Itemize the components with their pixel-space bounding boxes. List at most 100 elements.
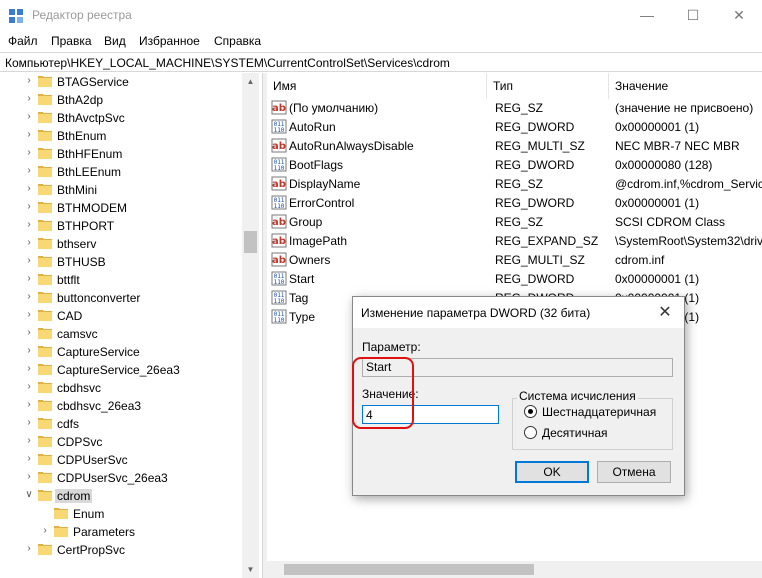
tree-item[interactable]: › BTHPORT <box>0 217 240 235</box>
tree-item[interactable]: › BTHMODEM <box>0 199 240 217</box>
ok-button[interactable]: OK <box>515 461 589 483</box>
tree-item[interactable]: ∨ cdrom <box>0 487 240 505</box>
value-row[interactable]: ab Group REG_SZ SCSI CDROM Class <box>267 212 762 231</box>
chevron-right-icon[interactable]: › <box>24 542 34 556</box>
tree-item[interactable]: › cbdhsvc_26ea3 <box>0 397 240 415</box>
svg-text:ab: ab <box>272 236 286 247</box>
chevron-right-icon[interactable]: › <box>24 470 34 484</box>
resize-grip[interactable] <box>745 561 762 578</box>
value-row[interactable]: ab (По умолчанию) REG_SZ (значение не присв… <box>267 98 762 117</box>
radio-hex[interactable] <box>524 405 537 418</box>
cancel-button[interactable]: Отмена <box>597 461 671 483</box>
value-row[interactable]: 011 110 AutoRun REG_DWORD 0x00000001 (1) <box>267 117 762 136</box>
svg-text:ab: ab <box>272 255 286 266</box>
value-data: 0x00000001 (1) <box>615 120 700 134</box>
menu-file[interactable]: Файл <box>8 34 38 48</box>
tree-item[interactable]: › CAD <box>0 307 240 325</box>
tree-item[interactable]: › CDPSvc <box>0 433 240 451</box>
tree-item[interactable]: Enum <box>0 505 240 523</box>
chevron-right-icon[interactable]: › <box>24 398 34 412</box>
tree-item[interactable]: › bttflt <box>0 271 240 289</box>
chevron-right-icon[interactable]: › <box>40 524 50 538</box>
tree-item[interactable]: › camsvc <box>0 325 240 343</box>
chevron-right-icon[interactable]: › <box>24 182 34 196</box>
menu-edit[interactable]: Правка <box>51 34 92 48</box>
menu-help[interactable]: Справка <box>214 34 261 48</box>
value-row[interactable]: 011 110 Start REG_DWORD 0x00000001 (1) <box>267 269 762 288</box>
tree-item[interactable]: › CDPUserSvc <box>0 451 240 469</box>
chevron-right-icon[interactable]: › <box>24 326 34 340</box>
chevron-right-icon[interactable]: › <box>24 380 34 394</box>
svg-text:110: 110 <box>274 317 285 324</box>
chevron-down-icon[interactable]: ∨ <box>24 488 34 502</box>
tree-item[interactable]: › cdfs <box>0 415 240 433</box>
value-type: REG_EXPAND_SZ <box>495 234 599 248</box>
column-type[interactable]: Тип <box>487 73 609 99</box>
column-name[interactable]: Имя <box>267 73 487 99</box>
chevron-right-icon[interactable]: › <box>24 434 34 448</box>
tree-item[interactable]: › buttonconverter <box>0 289 240 307</box>
menu-favorites[interactable]: Избранное <box>139 34 200 48</box>
radio-dec[interactable] <box>524 426 537 439</box>
chevron-right-icon[interactable]: › <box>24 92 34 106</box>
dialog-close-button[interactable]: ✕ <box>654 302 676 324</box>
value-row[interactable]: 011 110 ErrorControl REG_DWORD 0x00000001 (1… <box>267 193 762 212</box>
chevron-right-icon[interactable]: › <box>24 218 34 232</box>
address-bar[interactable]: Компьютер\HKEY_LOCAL_MACHINE\SYSTEM\Curr… <box>0 52 762 72</box>
tree-item[interactable]: › cbdhsvc <box>0 379 240 397</box>
tree-item[interactable]: › CaptureService_26ea3 <box>0 361 240 379</box>
column-data[interactable]: Значение <box>609 73 762 99</box>
chevron-right-icon[interactable]: › <box>24 290 34 304</box>
chevron-right-icon[interactable]: › <box>24 452 34 466</box>
tree-item[interactable]: › BTHUSB <box>0 253 240 271</box>
chevron-right-icon[interactable]: › <box>24 308 34 322</box>
folder-icon <box>54 526 68 537</box>
chevron-right-icon[interactable]: › <box>24 272 34 286</box>
tree-item[interactable]: › CertPropSvc <box>0 541 240 559</box>
tree-item[interactable]: › BthAvctpSvc <box>0 109 240 127</box>
list-scroll-thumb[interactable] <box>284 564 534 575</box>
tree-item[interactable]: › CaptureService <box>0 343 240 361</box>
tree-item[interactable]: › CDPUserSvc_26ea3 <box>0 469 240 487</box>
value-data: cdrom.inf <box>615 253 665 267</box>
value-row[interactable]: ab DisplayName REG_SZ @cdrom.inf,%cdrom_Ser… <box>267 174 762 193</box>
chevron-right-icon[interactable]: › <box>24 362 34 376</box>
tree-item[interactable]: › Parameters <box>0 523 240 541</box>
list-horizontal-scrollbar[interactable] <box>267 561 745 578</box>
tree-item[interactable]: › BthLEEnum <box>0 163 240 181</box>
radio-dec-label[interactable]: Десятичная <box>542 426 608 440</box>
scroll-down-icon[interactable]: ▼ <box>242 561 259 578</box>
chevron-right-icon[interactable]: › <box>24 344 34 358</box>
value-type: REG_SZ <box>495 177 544 191</box>
tree-item[interactable]: › BTAGService <box>0 73 240 91</box>
value-row[interactable]: ab Owners REG_MULTI_SZ cdrom.inf <box>267 250 762 269</box>
chevron-right-icon[interactable]: › <box>24 110 34 124</box>
key-tree[interactable]: › BTAGService › BthA2dp › BthAvctpSvc › BthEnum… <box>0 73 262 578</box>
tree-scroll-thumb[interactable] <box>244 231 257 253</box>
tree-item[interactable]: › bthserv <box>0 235 240 253</box>
chevron-right-icon[interactable]: › <box>24 164 34 178</box>
chevron-right-icon[interactable]: › <box>24 74 34 88</box>
value-row[interactable]: 011 110 BootFlags REG_DWORD 0x00000080 (128) <box>267 155 762 174</box>
tree-scrollbar[interactable]: ▲ ▼ <box>242 73 259 578</box>
scroll-up-icon[interactable]: ▲ <box>242 73 259 90</box>
value-row[interactable]: ab ImagePath REG_EXPAND_SZ \SystemRoot\Syst… <box>267 231 762 250</box>
minimize-button[interactable]: — <box>624 0 670 31</box>
tree-item[interactable]: › BthA2dp <box>0 91 240 109</box>
close-button[interactable]: ✕ <box>716 0 762 31</box>
tree-item[interactable]: › BthMini <box>0 181 240 199</box>
value-row[interactable]: ab AutoRunAlwaysDisable REG_MULTI_SZ NEC MB… <box>267 136 762 155</box>
folder-icon <box>38 472 52 483</box>
chevron-right-icon[interactable]: › <box>24 200 34 214</box>
tree-item[interactable]: › BthEnum <box>0 127 240 145</box>
folder-icon <box>38 364 52 375</box>
chevron-right-icon[interactable]: › <box>24 416 34 430</box>
radio-hex-label[interactable]: Шестнадцатеричная <box>542 405 656 419</box>
chevron-right-icon[interactable]: › <box>24 236 34 250</box>
chevron-right-icon[interactable]: › <box>24 146 34 160</box>
tree-item[interactable]: › BthHFEnum <box>0 145 240 163</box>
maximize-button[interactable]: ☐ <box>670 0 716 31</box>
chevron-right-icon[interactable]: › <box>24 128 34 142</box>
chevron-right-icon[interactable]: › <box>24 254 34 268</box>
menu-view[interactable]: Вид <box>104 34 126 48</box>
